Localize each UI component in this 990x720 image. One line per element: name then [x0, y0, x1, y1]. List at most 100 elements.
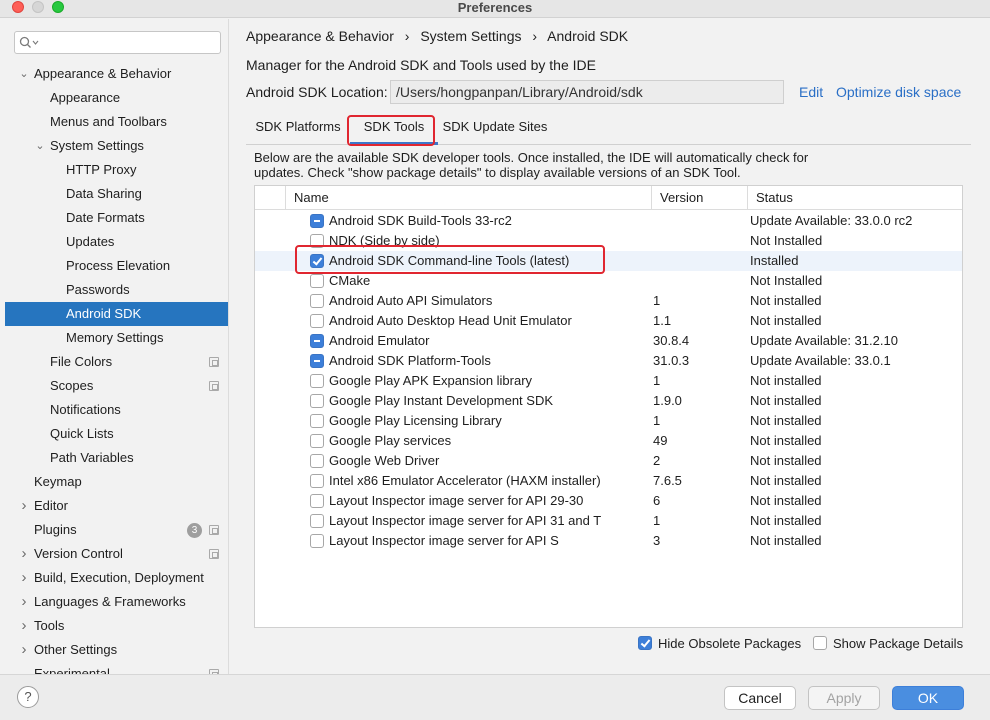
row-checkbox[interactable]: [310, 374, 324, 388]
row-checkbox[interactable]: [310, 314, 324, 328]
breadcrumb-item[interactable]: System Settings: [420, 28, 521, 44]
sidebar-item[interactable]: ⌄ Appearance & Behavior: [5, 62, 228, 86]
row-checkbox[interactable]: [310, 334, 324, 348]
sidebar-item[interactable]: Experimental: [5, 662, 228, 674]
table-row[interactable]: Google Play Licensing Library 1 Not instal…: [255, 411, 962, 431]
sidebar-item[interactable]: Process Elevation: [5, 254, 228, 278]
sidebar-item[interactable]: HTTP Proxy: [5, 158, 228, 182]
sidebar-item[interactable]: › Languages & Frameworks: [5, 590, 228, 614]
row-checkbox[interactable]: [310, 274, 324, 288]
hide-obsolete-label: Hide Obsolete Packages: [658, 636, 802, 651]
breadcrumb-item[interactable]: Appearance & Behavior: [246, 28, 394, 44]
chevron-right-icon[interactable]: ›: [18, 590, 30, 614]
sidebar-item[interactable]: Scopes: [5, 374, 228, 398]
table-row[interactable]: Google Play Instant Development SDK 1.9.0…: [255, 391, 962, 411]
edit-link[interactable]: Edit: [799, 84, 823, 100]
chevron-right-icon[interactable]: ›: [18, 542, 30, 566]
table-row[interactable]: Google Play services 49 Not installed: [255, 431, 962, 451]
row-checkbox[interactable]: [310, 534, 324, 548]
cell-name: Layout Inspector image server for API 31…: [329, 513, 602, 528]
sidebar-item[interactable]: Data Sharing: [5, 182, 228, 206]
row-checkbox[interactable]: [310, 354, 324, 368]
chevron-right-icon[interactable]: ›: [18, 638, 30, 662]
table-row[interactable]: Layout Inspector image server for API 29…: [255, 491, 962, 511]
column-header-name[interactable]: Name: [285, 186, 651, 210]
row-checkbox[interactable]: [310, 214, 324, 228]
table-row[interactable]: Google Web Driver 2 Not installed: [255, 451, 962, 471]
sidebar-item[interactable]: › Editor: [5, 494, 228, 518]
hide-obsolete-checkbox[interactable]: [638, 636, 652, 650]
cell-version: 31.0.3: [653, 353, 690, 368]
android-sdk-panel: Appearance & Behavior › System Settings …: [230, 19, 990, 674]
sidebar-item[interactable]: Updates: [5, 230, 228, 254]
sdk-location-field[interactable]: /Users/hongpanpan/Library/Android/sdk: [390, 80, 784, 104]
sidebar-item[interactable]: Appearance: [5, 86, 228, 110]
column-header-status[interactable]: Status: [747, 186, 962, 210]
table-row[interactable]: Android Auto API Simulators 1 Not installe…: [255, 291, 962, 311]
cell-status: Not Installed: [750, 233, 823, 248]
sidebar-item[interactable]: › Version Control: [5, 542, 228, 566]
project-settings-icon: [209, 549, 219, 559]
intro-text: Below are the available SDK developer to…: [254, 150, 809, 180]
table-row[interactable]: Intel x86 Emulator Accelerator (HAXM ins…: [255, 471, 962, 491]
row-checkbox[interactable]: [310, 474, 324, 488]
sidebar-item-label: File Colors: [50, 354, 113, 369]
sidebar-item[interactable]: Quick Lists: [5, 422, 228, 446]
row-checkbox[interactable]: [310, 414, 324, 428]
table-row[interactable]: Android Auto Desktop Head Unit Emulator 1…: [255, 311, 962, 331]
sidebar-item[interactable]: Android SDK: [5, 302, 228, 326]
table-row[interactable]: Android Emulator 30.8.4 Update Available: …: [255, 331, 962, 351]
table-row[interactable]: CMake Not Installed: [255, 271, 962, 291]
sidebar-item[interactable]: ⌄ System Settings: [5, 134, 228, 158]
row-checkbox[interactable]: [310, 294, 324, 308]
sidebar-item[interactable]: › Build, Execution, Deployment: [5, 566, 228, 590]
optimize-disk-space-link[interactable]: Optimize disk space: [836, 84, 961, 100]
sidebar-item[interactable]: Notifications: [5, 398, 228, 422]
chevron-right-icon[interactable]: ›: [18, 614, 30, 638]
chevron-right-icon[interactable]: ›: [18, 494, 30, 518]
row-checkbox[interactable]: [310, 394, 324, 408]
sidebar-item[interactable]: File Colors: [5, 350, 228, 374]
table-row[interactable]: Layout Inspector image server for API 31…: [255, 511, 962, 531]
project-settings-icon: [209, 525, 219, 535]
help-button[interactable]: ?: [17, 686, 39, 708]
sidebar-item[interactable]: Plugins 3: [5, 518, 228, 542]
row-checkbox[interactable]: [310, 514, 324, 528]
table-row[interactable]: Layout Inspector image server for API S 3…: [255, 531, 962, 551]
row-checkbox[interactable]: [310, 434, 324, 448]
sidebar-item[interactable]: Keymap: [5, 470, 228, 494]
chevron-right-icon[interactable]: ›: [18, 566, 30, 590]
sidebar-item[interactable]: Menus and Toolbars: [5, 110, 228, 134]
row-checkbox[interactable]: [310, 454, 324, 468]
sidebar-item[interactable]: Date Formats: [5, 206, 228, 230]
highlight-box: [295, 245, 605, 274]
sidebar-item-label: Passwords: [66, 282, 130, 297]
chevron-down-icon[interactable]: ⌄: [18, 62, 30, 86]
tab-sdk-update-sites[interactable]: SDK Update Sites: [438, 115, 552, 145]
cell-name: Android Auto Desktop Head Unit Emulator: [329, 313, 572, 328]
sidebar-item[interactable]: › Tools: [5, 614, 228, 638]
sidebar-item[interactable]: Memory Settings: [5, 326, 228, 350]
sidebar-item[interactable]: Passwords: [5, 278, 228, 302]
column-header-version[interactable]: Version: [651, 186, 747, 210]
row-checkbox[interactable]: [310, 494, 324, 508]
cell-name: Android Emulator: [329, 333, 430, 348]
sidebar-item-label: Editor: [34, 498, 68, 513]
cancel-button[interactable]: Cancel: [724, 686, 796, 710]
table-row[interactable]: Google Play APK Expansion library 1 Not in…: [255, 371, 962, 391]
tab-sdk-platforms[interactable]: SDK Platforms: [246, 115, 350, 145]
preferences-window: Preferences ⌄ Appearance & Behavior Appear…: [0, 0, 990, 720]
ok-button[interactable]: OK: [892, 686, 964, 710]
sidebar-item[interactable]: Path Variables: [5, 446, 228, 470]
table-row[interactable]: Android SDK Platform-Tools 31.0.3 Update A…: [255, 351, 962, 371]
cell-version: 7.6.5: [653, 473, 682, 488]
apply-button[interactable]: Apply: [808, 686, 880, 710]
cell-status: Not installed: [750, 393, 822, 408]
cell-status: Not installed: [750, 493, 822, 508]
table-row[interactable]: Android SDK Build-Tools 33-rc2 Update Ava…: [255, 211, 962, 231]
show-details-checkbox[interactable]: [813, 636, 827, 650]
sidebar-item[interactable]: › Other Settings: [5, 638, 228, 662]
search-input[interactable]: [14, 31, 221, 54]
chevron-down-icon[interactable]: ⌄: [34, 134, 46, 158]
cell-name: Layout Inspector image server for API S: [329, 533, 559, 548]
